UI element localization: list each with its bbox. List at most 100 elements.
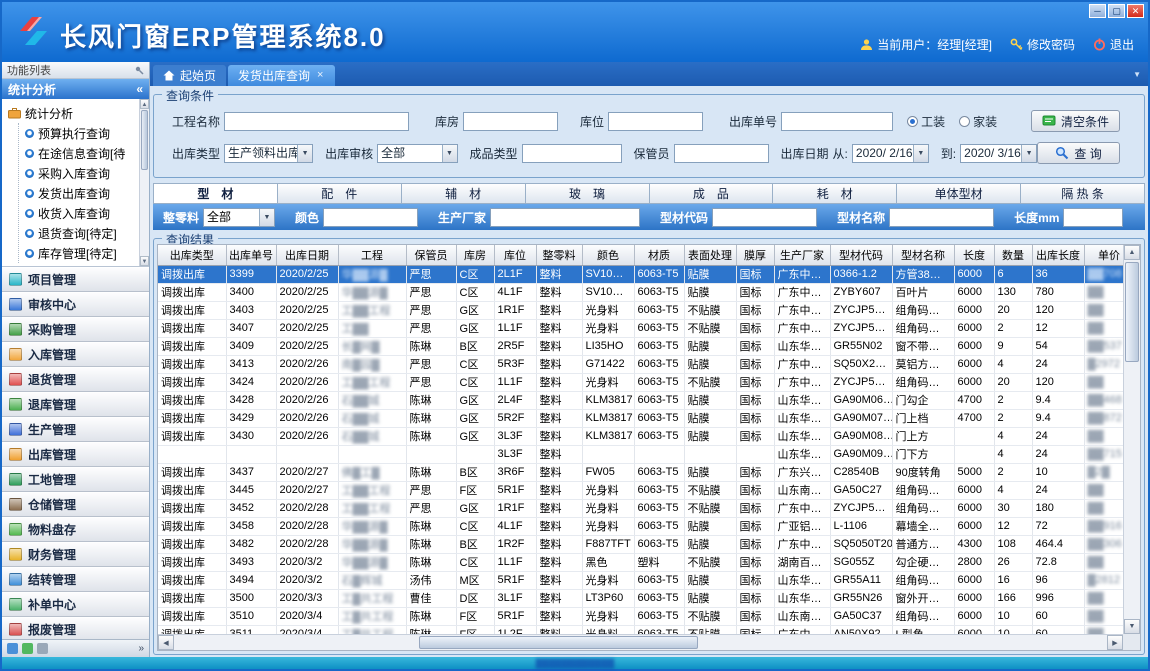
scroll-down-icon[interactable]: ▼ xyxy=(140,256,149,266)
chevron-down-icon[interactable]: ▼ xyxy=(442,145,457,162)
vertical-scrollbar[interactable]: ▲ ▼ xyxy=(1123,245,1140,634)
material-tab[interactable]: 配 件 xyxy=(278,184,402,203)
scroll-left-icon[interactable]: ◀ xyxy=(158,635,174,650)
table-row[interactable]: 调拨出库34822020/2/28华▓▓源▓陈琳B区1R2F整料F887TFT6… xyxy=(158,535,1123,553)
horizontal-scrollbar[interactable]: ◀ ▶ xyxy=(158,634,1123,650)
material-tab[interactable]: 隔 热 条 xyxy=(1021,184,1144,203)
table-row[interactable]: 调拨出库34242020/2/26工▓▓工程严思C区1L1F整料光身料6063-… xyxy=(158,373,1123,391)
table-row[interactable]: 3L3F整料山东华…GA90M09…门下方424▓▓71542▓ xyxy=(158,445,1123,463)
collapse-icon[interactable]: « xyxy=(136,82,143,96)
whole-part-select[interactable]: 全部 ▼ xyxy=(203,208,275,227)
scroll-right-icon[interactable]: ▶ xyxy=(1107,635,1123,650)
chevron-down-icon[interactable]: ▼ xyxy=(297,145,312,162)
keeper-input[interactable] xyxy=(674,144,769,163)
scroll-down-icon[interactable]: ▼ xyxy=(1124,619,1140,634)
sidebar-section-statistics[interactable]: 统计分析 « xyxy=(2,79,149,99)
table-row[interactable]: 调拨出库34932020/3/2华▓▓源▓陈琳C区1L1F整料黑色塑料不贴膜国标… xyxy=(158,553,1123,571)
outbound-order-input[interactable] xyxy=(781,112,893,131)
table-row[interactable]: 调拨出库34302020/2/26石▓▓城陈琳G区3L3F整料KLM381760… xyxy=(158,427,1123,445)
date-from-select[interactable]: 2020/ 2/16 ▼ xyxy=(852,144,929,163)
table-row[interactable]: 调拨出库35112020/3/4工▓共工程陈琳F区1L2F整料光身料6063-T… xyxy=(158,625,1123,634)
material-tab[interactable]: 辅 材 xyxy=(402,184,526,203)
sidebar-item[interactable]: 工地管理 xyxy=(2,467,149,492)
sidebar-tree-item[interactable]: 退货查询[待定] xyxy=(25,223,137,243)
status-icon[interactable] xyxy=(22,643,33,654)
sidebar-item[interactable]: 物料盘存 xyxy=(2,517,149,542)
sidebar-item[interactable]: 退货管理 xyxy=(2,367,149,392)
minimize-button[interactable]: ─ xyxy=(1089,4,1106,18)
tab-list-dropdown-icon[interactable]: ▼ xyxy=(1133,70,1141,79)
clear-conditions-button[interactable]: 清空条件 xyxy=(1031,110,1120,132)
profile-code-input[interactable] xyxy=(712,208,817,227)
table-row[interactable]: 调拨出库34092020/2/25长▓网▓陈琳B区2R5F整料LI35HO606… xyxy=(158,337,1123,355)
chevron-down-icon[interactable]: ▼ xyxy=(259,209,274,226)
table-row[interactable]: 调拨出库33992020/2/25华▓▓源▓严思C区2L1F整料SV10…606… xyxy=(158,265,1123,283)
project-name-input[interactable] xyxy=(224,112,409,131)
maximize-button[interactable]: ▢ xyxy=(1108,4,1125,18)
table-row[interactable]: 调拨出库34132020/2/26南▓园▓严思C区5R3F整料G71422606… xyxy=(158,355,1123,373)
sidebar-item[interactable]: 仓储管理 xyxy=(2,492,149,517)
scrollbar-thumb[interactable] xyxy=(1125,262,1139,362)
sidebar-item[interactable]: 采购管理 xyxy=(2,317,149,342)
table-row[interactable]: 调拨出库34452020/2/27工▓▓工程严思F区5R1F整料光身料6063-… xyxy=(158,481,1123,499)
pin-icon[interactable] xyxy=(135,66,144,75)
radio-jiazhuang[interactable] xyxy=(959,116,970,127)
color-input[interactable] xyxy=(323,208,418,227)
material-tab[interactable]: 玻 璃 xyxy=(526,184,650,203)
expand-icon[interactable]: » xyxy=(138,643,144,654)
date-to-select[interactable]: 2020/ 3/16 ▼ xyxy=(960,144,1037,163)
sidebar-item[interactable]: 报废管理 xyxy=(2,617,149,639)
sidebar-item[interactable]: 项目管理 xyxy=(2,267,149,292)
material-tab[interactable]: 型 材 xyxy=(154,184,278,203)
length-input[interactable] xyxy=(1063,208,1123,227)
table-row[interactable]: 调拨出库34522020/2/28工▓▓工程严思G区1R1F整料光身料6063-… xyxy=(158,499,1123,517)
tab-home[interactable]: 起始页 xyxy=(153,65,226,86)
table-row[interactable]: 调拨出库35002020/3/3工▓共工程曹佳D区3L1F整料LT3P60606… xyxy=(158,589,1123,607)
monitor-icon[interactable] xyxy=(37,643,48,654)
sidebar-tree-item[interactable]: 采购入库查询 xyxy=(25,163,137,183)
table-row[interactable]: 调拨出库34372020/2/27佛▓工▓陈琳B区3R6F整料FW056063-… xyxy=(158,463,1123,481)
close-button[interactable]: ✕ xyxy=(1127,4,1144,18)
table-row[interactable]: 调拨出库34072020/2/25工▓▓严思G区1L1F整料光身料6063-T5… xyxy=(158,319,1123,337)
sidebar-item[interactable]: 财务管理 xyxy=(2,542,149,567)
logout-button[interactable]: 退出 xyxy=(1093,36,1134,53)
sidebar-tree-root[interactable]: 统计分析 xyxy=(8,103,137,123)
table-row[interactable]: 调拨出库35102020/3/4工▓共工程陈琳F区5R1F整料光身料6063-T… xyxy=(158,607,1123,625)
sidebar-item[interactable]: 生产管理 xyxy=(2,417,149,442)
scroll-up-icon[interactable]: ▲ xyxy=(1124,245,1140,260)
warehouse-input[interactable] xyxy=(463,112,558,131)
status-icon[interactable] xyxy=(7,643,18,654)
table-row[interactable]: 调拨出库34032020/2/25工▓▓工程严思G区1R1F整料光身料6063-… xyxy=(158,301,1123,319)
scrollbar-thumb[interactable] xyxy=(141,110,148,170)
material-tab[interactable]: 成 品 xyxy=(650,184,774,203)
table-row[interactable]: 调拨出库34282020/2/26石▓▓城陈琳G区2L4F整料KLM381760… xyxy=(158,391,1123,409)
sidebar-tree-item[interactable]: 预算执行查询 xyxy=(25,123,137,143)
scrollbar-thumb[interactable] xyxy=(419,636,699,649)
change-password-link[interactable]: 修改密码 xyxy=(1010,36,1075,53)
chevron-down-icon[interactable]: ▼ xyxy=(913,145,928,162)
search-button[interactable]: 查 询 xyxy=(1037,142,1120,164)
sidebar-tree-item[interactable]: 库存管理[待定] xyxy=(25,243,137,263)
material-tab[interactable]: 耗 材 xyxy=(773,184,897,203)
sidebar-tree-item[interactable]: 在途信息查询[待 xyxy=(25,143,137,163)
material-tab[interactable]: 单体型材 xyxy=(897,184,1021,203)
chevron-down-icon[interactable]: ▼ xyxy=(1021,145,1036,162)
sidebar-item[interactable]: 出库管理 xyxy=(2,442,149,467)
tree-scrollbar[interactable]: ▲ ▼ xyxy=(139,99,149,266)
manufacturer-input[interactable] xyxy=(490,208,640,227)
scroll-up-icon[interactable]: ▲ xyxy=(140,99,149,109)
table-row[interactable]: 调拨出库34582020/2/28华▓▓源▓陈琳C区4L1F整料光身料6063-… xyxy=(158,517,1123,535)
sidebar-item[interactable]: 入库管理 xyxy=(2,342,149,367)
table-row[interactable]: 调拨出库34942020/3/2石▓辉城汤伟M区5R1F整料光身料6063-T5… xyxy=(158,571,1123,589)
sidebar-item[interactable]: 补单中心 xyxy=(2,592,149,617)
sidebar-item[interactable]: 退库管理 xyxy=(2,392,149,417)
table-row[interactable]: 调拨出库34002020/2/25华▓▓源▓严思C区4L1F整料SV10…606… xyxy=(158,283,1123,301)
outbound-type-select[interactable]: 生产领料出库 ▼ xyxy=(224,144,313,163)
sidebar-item[interactable]: 结转管理 xyxy=(2,567,149,592)
tab-shipping-outbound-query[interactable]: 发货出库查询 × xyxy=(228,65,335,86)
sidebar-item[interactable]: 审核中心 xyxy=(2,292,149,317)
sidebar-tree-item[interactable]: 发货出库查询 xyxy=(25,183,137,203)
location-input[interactable] xyxy=(608,112,703,131)
table-row[interactable]: 调拨出库34292020/2/26石▓▓城陈琳G区5R2F整料KLM381760… xyxy=(158,409,1123,427)
outbound-audit-select[interactable]: 全部 ▼ xyxy=(377,144,457,163)
